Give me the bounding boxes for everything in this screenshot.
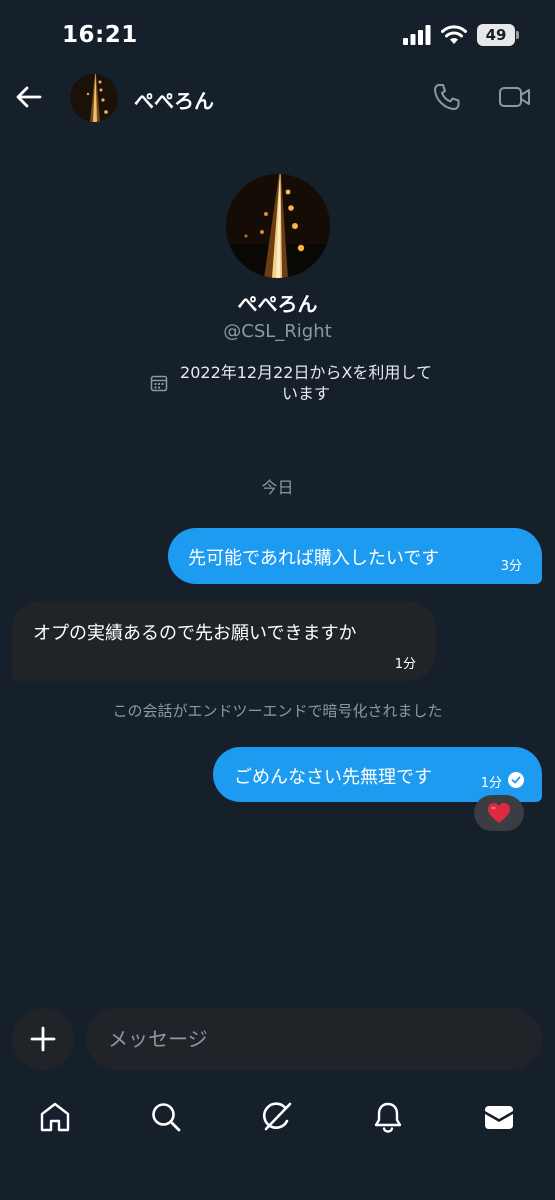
profile-joined-date: 2022年12月22日からXを利用しています [150,362,450,404]
home-icon[interactable] [37,1099,73,1135]
status-time: 16:21 [62,22,138,48]
encryption-notice: この会話がエンドツーエンドで暗号化されました [112,702,443,720]
heart-reaction-icon [488,803,510,823]
read-check-icon [508,772,524,788]
battery-indicator: 49 [477,24,519,46]
wifi-icon [441,25,467,44]
message-text: オプの実績あるので先お願いできますか [33,623,357,644]
profile-handle: @CSL_Right [223,321,332,342]
phone-icon[interactable] [432,82,462,112]
message-time: 1分 [480,776,502,791]
avatar-image [70,74,118,122]
message-input[interactable] [86,1008,542,1070]
video-icon[interactable] [498,82,532,112]
message-received[interactable]: オプの実績あるので先お願いできますか 1分 [12,601,436,681]
header-username[interactable]: ぺぺろん [134,85,214,114]
message-reaction[interactable] [474,795,524,831]
status-bar: 16:21 49 [0,0,555,70]
back-arrow-icon[interactable] [14,82,44,112]
search-icon[interactable] [148,1099,184,1135]
profile-avatar[interactable] [226,174,330,278]
status-icons: 49 [403,24,519,46]
notifications-icon[interactable] [370,1099,406,1135]
header-avatar[interactable] [70,74,118,122]
message-sent[interactable]: 先可能であれば購入したいです 3分 [168,528,542,584]
message-text: ごめんなさい先無理です [234,767,432,788]
message-sent[interactable]: ごめんなさい先無理です 1分 [213,747,542,802]
message-time: 1分 [394,657,416,672]
add-media-button[interactable] [12,1008,74,1070]
conversation-header: ぺぺろん [0,70,555,128]
message-text: 先可能であれば購入したいです [188,548,440,569]
calendar-icon [150,375,168,392]
avatar-image [226,174,330,278]
joined-text: 2022年12月22日からXを利用しています [180,363,432,403]
day-separator: 今日 [261,478,294,497]
profile-name: ぺぺろん [237,292,318,316]
signal-icon [403,25,431,45]
grok-icon[interactable] [259,1099,295,1135]
plus-icon [30,1026,56,1052]
bottom-navigation [0,1085,555,1149]
messages-icon[interactable] [481,1099,517,1135]
message-time: 3分 [500,559,522,574]
